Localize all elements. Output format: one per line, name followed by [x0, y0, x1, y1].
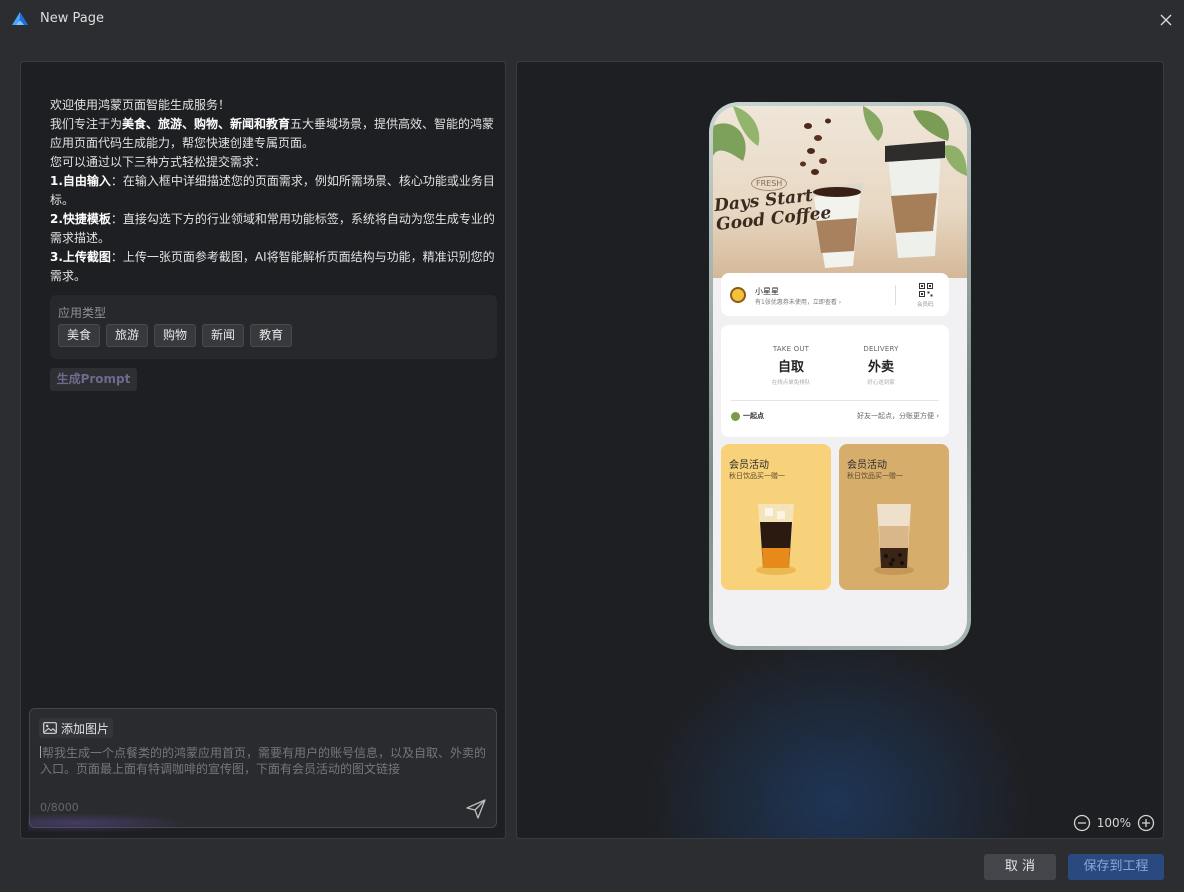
promo-card[interactable]: 会员活动 秋日饮品买一赠一 [721, 444, 831, 590]
intro-item3-text: ：上传一张页面参考截图，AI将智能解析页面结构与功能，精准识别您的需求。 [50, 250, 495, 283]
group-order-entry[interactable]: 一起点 [731, 411, 764, 421]
phone-preview: FRESH Days Start Good Coffee 小星星 有1张优惠券未… [709, 102, 971, 650]
group-order-icon [731, 411, 740, 421]
phone-screen: FRESH Days Start Good Coffee 小星星 有1张优惠券未… [713, 106, 967, 646]
tag-news[interactable]: 新闻 [202, 324, 245, 347]
order-divider [731, 400, 939, 401]
intro-item1: 1.自由输入：在输入框中详细描述您的页面需求，例如所需场景、核心功能或业务目标。 [50, 172, 500, 210]
hero-banner: FRESH Days Start Good Coffee [713, 106, 967, 278]
account-divider [895, 285, 896, 305]
tag-food[interactable]: 美食 [58, 324, 101, 347]
prompt-panel: 欢迎使用鸿蒙页面智能生成服务！ 我们专注于为美食、旅游、购物、新闻和教育五大垂域… [20, 61, 506, 839]
order-card: TAKE OUT 自取 在线点单免排队 DELIVERY 外卖 好心送到家 一起… [721, 325, 949, 437]
app-logo-icon [12, 12, 28, 25]
tag-shopping[interactable]: 购物 [154, 324, 197, 347]
intro-text: 欢迎使用鸿蒙页面智能生成服务！ 我们专注于为美食、旅游、购物、新闻和教育五大垂域… [50, 96, 500, 286]
text-caret [40, 746, 41, 758]
prompt-textarea[interactable]: 帮我生成一个点餐类的的鸿蒙应用首页，需要有用户的账号信息，以及自取、外卖的入口。… [40, 745, 490, 777]
account-card[interactable]: 小星星 有1张优惠券未使用，立即查看 › 会员码 [721, 273, 949, 316]
tag-travel[interactable]: 旅游 [106, 324, 149, 347]
qr-code-label: 会员码 [917, 302, 934, 308]
intro-item3-bold: 3.上传截图 [50, 250, 111, 264]
intro-line2-pre: 我们专注于为 [50, 117, 123, 131]
promo-card[interactable]: 会员活动 秋日饮品买一赠一 [839, 444, 949, 590]
image-icon [43, 722, 57, 734]
intro-item2: 2.快捷模板：直接勾选下方的行业领域和常用功能标签，系统将自动为您生成专业的需求… [50, 210, 500, 248]
generate-prompt-button[interactable]: 生成Prompt [50, 368, 137, 391]
tag-education[interactable]: 教育 [250, 324, 293, 347]
avatar [730, 287, 746, 303]
promo-title: 会员活动 [847, 460, 887, 471]
delivery-entry[interactable]: DELIVERY 外卖 好心送到家 [841, 345, 921, 386]
window-title: New Page [40, 11, 104, 26]
prompt-placeholder: 帮我生成一个点餐类的的鸿蒙应用首页，需要有用户的账号信息，以及自取、外卖的入口。… [40, 746, 487, 776]
prompt-input-box: 添加图片 帮我生成一个点餐类的的鸿蒙应用首页，需要有用户的账号信息，以及自取、外… [28, 708, 497, 833]
group-order-hint[interactable]: 好友一起点，分账更方便 › [857, 411, 939, 421]
preview-glow [627, 622, 1047, 838]
pickup-zh: 自取 [777, 360, 804, 375]
pickup-en: TAKE OUT [772, 345, 810, 353]
send-icon[interactable] [465, 798, 487, 820]
intro-line3: 您可以通过以下三种方式轻松提交需求： [50, 155, 267, 169]
cancel-button[interactable]: 取 消 [984, 854, 1056, 880]
promo-title: 会员活动 [729, 460, 769, 471]
coupon-hint[interactable]: 有1张优惠券未使用，立即查看 › [755, 297, 841, 306]
group-order-label: 一起点 [743, 412, 764, 420]
qr-code-icon[interactable] [919, 283, 933, 297]
zoom-level: 100% [1096, 816, 1131, 830]
preview-panel: FRESH Days Start Good Coffee 小星星 有1张优惠券未… [516, 61, 1164, 839]
app-type-label: 应用类型 [58, 306, 107, 320]
zoom-out-icon[interactable] [1073, 814, 1091, 832]
pickup-entry[interactable]: TAKE OUT 自取 在线点单免排队 [751, 345, 831, 386]
save-to-project-button[interactable]: 保存到工程 [1068, 854, 1164, 880]
iced-coffee-image [756, 504, 796, 575]
delivery-hint: 好心送到家 [867, 380, 895, 386]
intro-line1: 欢迎使用鸿蒙页面智能生成服务！ [50, 98, 231, 112]
char-counter: 0/8000 [40, 801, 79, 814]
input-glow [28, 813, 188, 833]
intro-item2-bold: 2.快捷模板 [50, 212, 111, 226]
close-button[interactable] [1156, 10, 1176, 30]
intro-item2-text: ：直接勾选下方的行业领域和常用功能标签，系统将自动为您生成专业的需求描述。 [50, 212, 495, 245]
close-icon [1160, 14, 1172, 26]
pickup-hint: 在线点单免排队 [771, 380, 811, 386]
add-image-label: 添加图片 [61, 721, 110, 736]
bubble-tea-image [874, 504, 914, 575]
intro-line2: 我们专注于为美食、旅游、购物、新闻和教育五大垂域场景，提供高效、智能的鸿蒙应用页… [50, 115, 500, 153]
app-type-tags: 美食 旅游 购物 新闻 教育 [58, 324, 293, 347]
account-name: 小星星 [755, 287, 779, 296]
delivery-en: DELIVERY [863, 345, 899, 353]
zoom-in-icon[interactable] [1137, 814, 1155, 832]
intro-item3: 3.上传截图：上传一张页面参考截图，AI将智能解析页面结构与功能，精准识别您的需… [50, 248, 500, 286]
add-image-button[interactable]: 添加图片 [39, 718, 114, 738]
zoom-control: 100% [1073, 814, 1155, 832]
intro-item1-bold: 1.自由输入 [50, 174, 111, 188]
delivery-zh: 外卖 [867, 360, 894, 375]
title-bar: New Page [0, 0, 1184, 40]
app-type-section: 应用类型 美食 旅游 购物 新闻 教育 [50, 295, 497, 359]
promo-subtitle: 秋日饮品买一赠一 [729, 472, 785, 480]
intro-line2-bold: 美食、旅游、购物、新闻和教育 [122, 117, 291, 131]
intro-item1-text: ：在输入框中详细描述您的页面需求，例如所需场景、核心功能或业务目标。 [50, 174, 495, 207]
promo-subtitle: 秋日饮品买一赠一 [847, 472, 903, 480]
